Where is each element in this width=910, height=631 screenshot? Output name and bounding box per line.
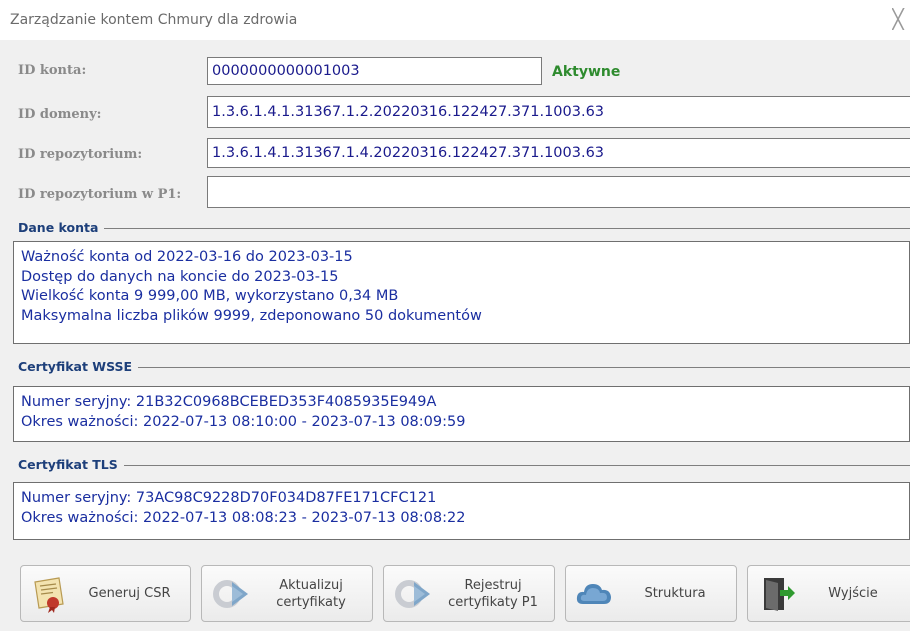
domain-id-label: ID domeny: bbox=[18, 107, 102, 122]
account-data-line: Ważność konta od 2022-03-16 do 2023-03-1… bbox=[21, 249, 353, 265]
repo-p1-label: ID repozytorium w P1: bbox=[18, 187, 182, 202]
structure-label: Struktura bbox=[644, 586, 706, 601]
repo-p1-field[interactable] bbox=[207, 176, 910, 208]
title-bar: Zarządzanie kontem Chmury dla zdrowia ╳ bbox=[0, 0, 910, 40]
tls-section-header: Certyfikat TLS bbox=[18, 456, 910, 476]
wsse-section-header: Certyfikat WSSE bbox=[18, 358, 910, 378]
register-p1-certificates-button[interactable]: Rejestruj certyfikaty P1 bbox=[383, 565, 555, 622]
account-data-line: Wielkość konta 9 999,00 MB, wykorzystano… bbox=[21, 288, 399, 304]
wsse-validity-period: Okres ważności: 2022-07-13 08:10:00 - 20… bbox=[21, 413, 466, 430]
exit-button[interactable]: Wyjście bbox=[747, 565, 910, 622]
account-data-box: Ważność konta od 2022-03-16 do 2023-03-1… bbox=[13, 241, 910, 344]
exit-door-icon bbox=[764, 577, 795, 611]
tls-title: Certyfikat TLS bbox=[18, 456, 124, 474]
section-divider bbox=[18, 465, 910, 466]
certificate-icon bbox=[34, 576, 64, 613]
account-data-title: Dane konta bbox=[18, 219, 105, 237]
close-icon[interactable]: ╳ bbox=[892, 8, 910, 30]
wsse-title: Certyfikat WSSE bbox=[18, 358, 139, 376]
account-id-field[interactable]: 0000000000001003 bbox=[207, 57, 542, 85]
account-data-line: Maksymalna liczba plików 9999, zdeponowa… bbox=[21, 307, 482, 324]
generate-csr-button[interactable]: Generuj CSR bbox=[20, 565, 191, 622]
repo-id-label: ID repozytorium: bbox=[18, 147, 143, 162]
domain-id-field[interactable]: 1.3.6.1.4.1.31367.1.2.20220316.122427.37… bbox=[207, 96, 910, 128]
register-p1-certificates-label: Rejestruj certyfikaty P1 bbox=[448, 577, 538, 610]
update-certificates-button[interactable]: Aktualizuj certyfikaty bbox=[201, 565, 373, 622]
register-arrow-icon bbox=[395, 579, 430, 608]
account-status-badge: Aktywne bbox=[552, 64, 621, 80]
account-id-label: ID konta: bbox=[18, 63, 87, 78]
account-data-line: Dostęp do danych na koncie do 2023-03-15 bbox=[21, 268, 339, 285]
section-divider bbox=[18, 367, 910, 368]
wsse-box: Numer seryjny: 21B32C0968BCEBED353F40859… bbox=[13, 386, 910, 442]
generate-csr-label: Generuj CSR bbox=[88, 586, 171, 601]
update-certificates-label: Aktualizuj certyfikaty bbox=[276, 577, 346, 610]
cloud-icon bbox=[576, 583, 611, 604]
refresh-arrow-icon bbox=[213, 579, 248, 608]
account-data-section-header: Dane konta bbox=[18, 219, 910, 239]
window-title: Zarządzanie kontem Chmury dla zdrowia bbox=[10, 12, 298, 28]
tls-box: Numer seryjny: 73AC98C9228D70F034D87FE17… bbox=[13, 482, 910, 540]
exit-label: Wyjście bbox=[828, 586, 878, 601]
structure-button[interactable]: Struktura bbox=[565, 565, 737, 622]
wsse-serial-number: Numer seryjny: 21B32C0968BCEBED353F40859… bbox=[21, 394, 437, 410]
repo-id-field[interactable]: 1.3.6.1.4.1.31367.1.4.20220316.122427.37… bbox=[207, 138, 910, 168]
section-divider bbox=[18, 228, 910, 229]
tls-serial-number: Numer seryjny: 73AC98C9228D70F034D87FE17… bbox=[21, 490, 437, 506]
tls-validity-period: Okres ważności: 2022-07-13 08:08:23 - 20… bbox=[21, 509, 466, 526]
